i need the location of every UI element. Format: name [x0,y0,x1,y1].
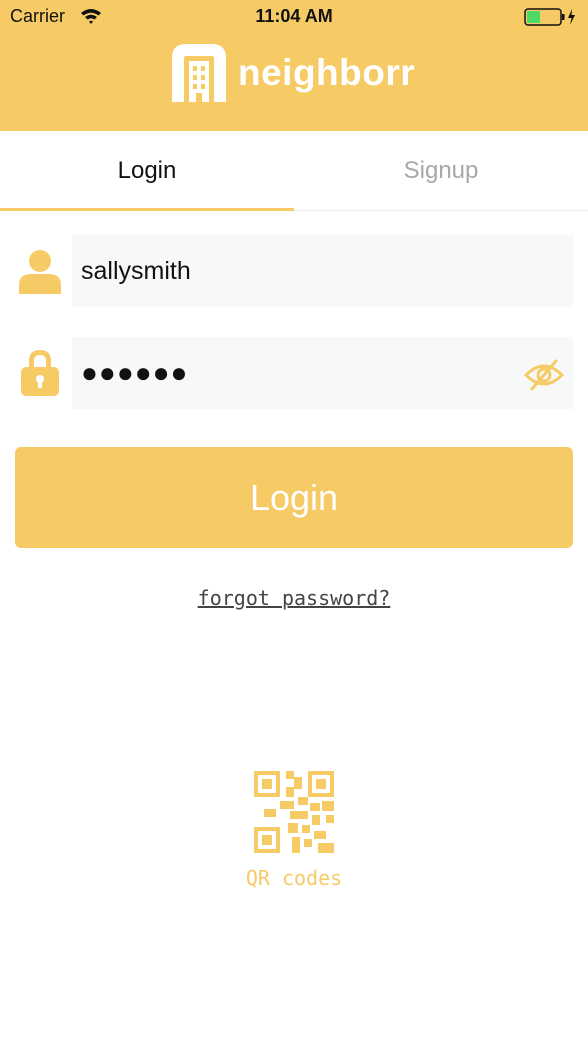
app-header: Carrier 11:04 AM neighborr [0,0,588,131]
logo-icon [172,44,226,102]
toggle-visibility-eye-icon[interactable] [524,359,564,391]
username-value: sallysmith [81,257,191,285]
qr-code-icon[interactable] [254,771,334,853]
login-button[interactable]: Login [15,447,573,548]
battery-icon [524,8,575,26]
tab-signup[interactable]: Signup [294,131,588,210]
password-value: ●●●●●● [81,357,189,388]
qr-codes-label[interactable]: QR codes [0,866,588,890]
brand-name: neighborr [238,52,416,93]
status-bar: Carrier 11:04 AM [0,0,588,34]
active-tab-indicator [0,208,294,211]
lock-icon [21,350,59,396]
status-time: 11:04 AM [255,6,333,26]
tab-login[interactable]: Login [0,131,294,210]
auth-tabs: Login Signup [0,131,588,211]
forgot-password-link[interactable]: forgot password? [0,586,588,610]
password-field[interactable]: ●●●●●● [72,337,573,409]
username-field[interactable]: sallysmith [72,235,573,307]
user-icon [19,250,61,294]
brand: neighborr [172,44,432,102]
